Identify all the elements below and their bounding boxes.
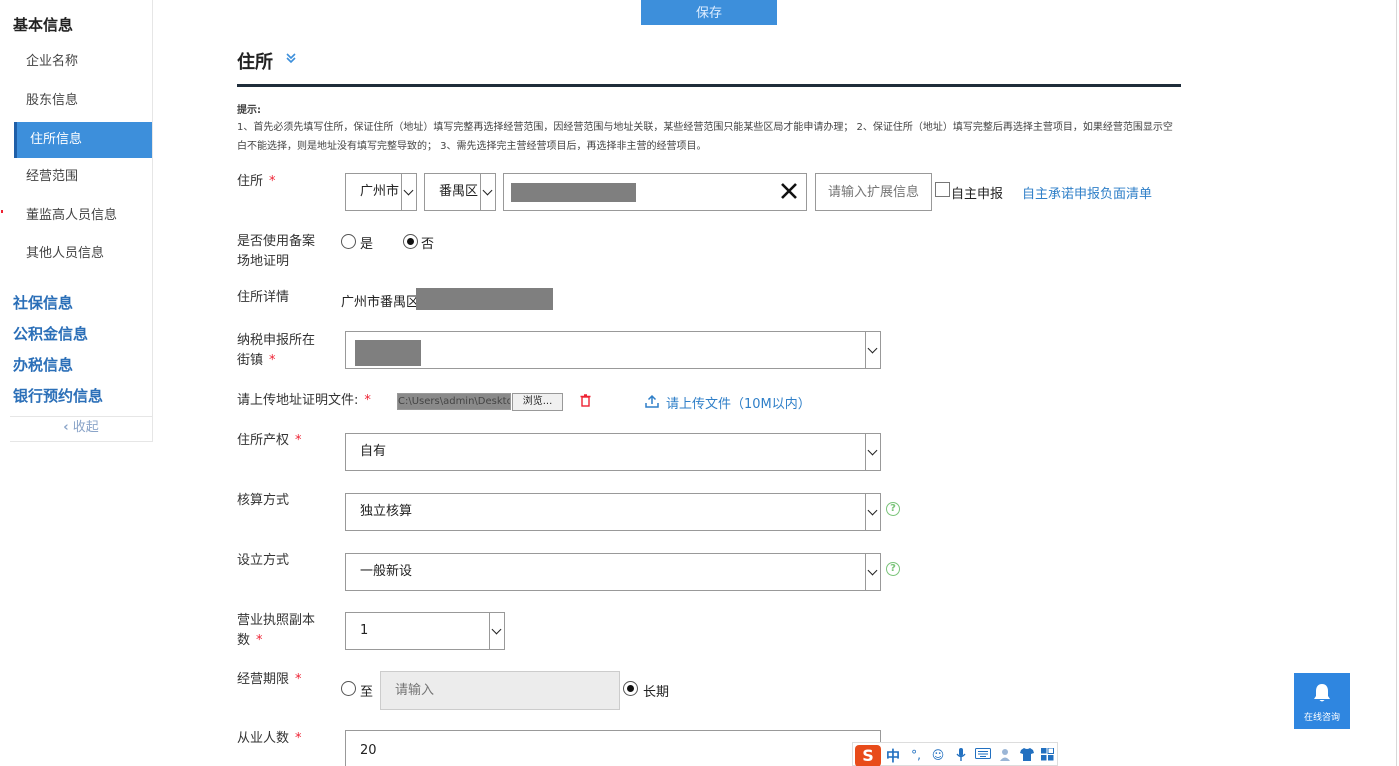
chevron-down-icon xyxy=(865,494,880,530)
chevron-down-icon xyxy=(401,174,416,210)
tax-street-label: 纳税申报所在街镇 * xyxy=(237,333,316,368)
license-copies-value: 1 xyxy=(360,623,369,638)
redacted-block xyxy=(416,288,553,310)
property-select[interactable]: 自有 xyxy=(345,433,881,471)
establish-select[interactable]: 一般新设 xyxy=(345,553,881,591)
sidebar-item-shareholders[interactable]: 股东信息 xyxy=(14,83,152,119)
keyboard-icon[interactable] xyxy=(974,748,992,762)
address-detail-label: 住所详情 xyxy=(237,290,290,305)
ime-mode-label[interactable]: 中 xyxy=(886,746,900,766)
emoji-icon[interactable]: ☺ xyxy=(931,748,945,762)
employees-label: 从业人数 * xyxy=(237,731,302,746)
section-title: 住所 xyxy=(237,52,273,73)
sogou-logo-icon[interactable]: S xyxy=(855,745,881,766)
license-copies-label: 营业执照副本数 * xyxy=(237,613,316,648)
sidebar-item-directors[interactable]: 董监高人员信息 xyxy=(14,198,152,234)
trash-icon[interactable] xyxy=(580,394,591,411)
street-input[interactable] xyxy=(503,173,807,211)
hint-box: 提示: 1、首先必须先填写住所，保证住所（地址）填写完整再选择经营范围，因经营范… xyxy=(237,104,1181,156)
punctuation-icon[interactable]: °, xyxy=(909,748,923,762)
term-label: 经营期限 * xyxy=(237,672,302,687)
chevron-down-icon xyxy=(865,332,880,368)
hint-text: 1、首先必须先填写住所，保证住所（地址）填写完整再选择经营范围，因经营范围与地址… xyxy=(237,122,1173,152)
city-value: 广州市 xyxy=(360,184,400,199)
save-button[interactable]: 保存 xyxy=(641,0,777,25)
employees-input[interactable]: 20 xyxy=(345,730,881,766)
chevron-down-icon xyxy=(865,434,880,470)
file-path-field[interactable]: C:\Users\admin\Desktop\ xyxy=(397,393,511,410)
term-long-radio[interactable] xyxy=(623,681,638,696)
sidebar-section-tax[interactable]: 办税信息 xyxy=(13,354,73,375)
chevron-down-icon xyxy=(480,174,495,210)
term-to-label: 至 xyxy=(360,685,374,700)
sidebar-item-business-scope[interactable]: 经营范围 xyxy=(14,159,152,195)
sidebar-title: 基本信息 xyxy=(13,16,74,34)
marker-dot xyxy=(1,210,3,213)
microphone-icon[interactable] xyxy=(954,748,968,762)
section-divider xyxy=(237,84,1181,87)
hint-label: 提示: xyxy=(237,105,261,116)
sidebar-item-other-personnel[interactable]: 其他人员信息 xyxy=(14,236,152,272)
collapse-label: 收起 xyxy=(72,420,99,435)
license-copies-select[interactable]: 1 xyxy=(345,612,505,650)
chevron-down-icon xyxy=(865,554,880,590)
tax-street-select[interactable] xyxy=(345,331,881,369)
upload-label: 请上传地址证明文件: * xyxy=(237,393,371,408)
establish-label: 设立方式 xyxy=(237,553,290,568)
term-long-label: 长期 xyxy=(643,685,670,700)
user-icon[interactable] xyxy=(999,748,1013,762)
city-select[interactable]: 广州市 xyxy=(345,173,417,211)
skin-shirt-icon[interactable] xyxy=(1020,748,1034,762)
upload-icon[interactable] xyxy=(645,394,659,412)
upload-file-link[interactable]: 请上传文件（10M以内） xyxy=(666,393,811,412)
help-icon[interactable]: ? xyxy=(886,502,900,516)
help-icon[interactable]: ? xyxy=(886,562,900,576)
sidebar-item-company-name[interactable]: 企业名称 xyxy=(14,44,152,80)
chevron-down-icon xyxy=(489,613,504,649)
browse-button[interactable]: 浏览... xyxy=(512,393,563,411)
accounting-label: 核算方式 xyxy=(237,493,290,508)
address-label: 住所 * xyxy=(237,174,276,189)
extended-info-input[interactable] xyxy=(815,173,932,211)
scrollbar-track[interactable] xyxy=(1396,0,1397,766)
self-declare-checkbox[interactable] xyxy=(935,182,950,197)
redacted-block xyxy=(355,340,421,366)
record-proof-label: 是否使用备案场地证明 xyxy=(237,234,316,269)
sidebar-section-social-security[interactable]: 社保信息 xyxy=(13,292,73,313)
sidebar-item-address[interactable]: 住所信息 xyxy=(14,122,152,158)
self-declare-label: 自主申报 xyxy=(951,187,1004,202)
record-proof-no-radio[interactable] xyxy=(403,234,418,249)
collapse-button[interactable]: ‹ 收起 xyxy=(10,416,152,440)
record-proof-yes-radio[interactable] xyxy=(341,234,356,249)
establish-value: 一般新设 xyxy=(360,564,413,579)
sidebar-section-housing-fund[interactable]: 公积金信息 xyxy=(13,323,88,344)
sidebar: 基本信息 企业名称 股东信息 住所信息 经营范围 董监高人员信息 其他人员信息 … xyxy=(10,0,153,442)
sidebar-section-bank[interactable]: 银行预约信息 xyxy=(13,385,103,406)
district-value: 番禺区 xyxy=(439,184,479,199)
chevron-left-icon: ‹ xyxy=(63,420,69,435)
clear-icon[interactable] xyxy=(780,182,798,204)
property-value: 自有 xyxy=(360,444,387,459)
online-consult-button[interactable]: 在线咨询 xyxy=(1294,673,1350,729)
record-proof-no-label: 否 xyxy=(421,237,435,252)
ime-toolbar: S 中 °, ☺ xyxy=(852,742,1058,766)
accounting-select[interactable]: 独立核算 xyxy=(345,493,881,531)
redacted-block xyxy=(511,183,636,202)
term-to-radio[interactable] xyxy=(341,681,356,696)
record-proof-yes-label: 是 xyxy=(360,237,374,252)
term-end-input[interactable] xyxy=(380,671,620,710)
online-consult-label: 在线咨询 xyxy=(1303,713,1340,723)
property-label: 住所产权 * xyxy=(237,433,302,448)
district-select[interactable]: 番禺区 xyxy=(424,173,496,211)
double-chevron-down-icon[interactable] xyxy=(285,52,297,67)
bell-icon xyxy=(1314,684,1330,702)
grid-menu-icon[interactable] xyxy=(1040,747,1054,762)
accounting-value: 独立核算 xyxy=(360,504,413,519)
address-detail-value: 广州市番禺区 xyxy=(341,295,420,310)
commit-negative-list-link[interactable]: 自主承诺申报负面清单 xyxy=(1022,183,1152,202)
